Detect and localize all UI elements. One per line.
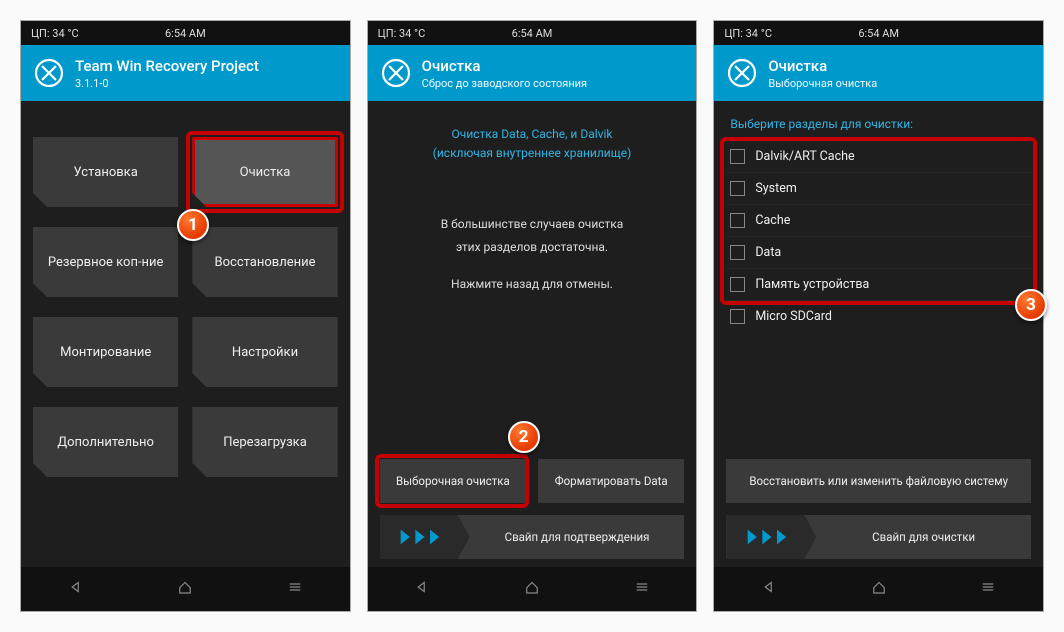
checkbox-icon[interactable] [730, 245, 745, 260]
partition-label: System [755, 181, 796, 196]
nav-home-icon[interactable] [523, 578, 541, 600]
status-time: 6:54 AM [512, 27, 553, 40]
partition-label: Cache [755, 213, 790, 228]
status-temp: ЦП: 34 °C [31, 27, 79, 40]
tile-label: Перезагрузка [223, 435, 307, 450]
tile-wipe[interactable]: Очистка [192, 137, 337, 207]
partition-label: Micro SDCard [755, 309, 832, 324]
nav-home-icon[interactable] [870, 578, 888, 600]
status-bar: ЦП: 34 °C 6:54 AM [368, 21, 697, 45]
phone-screen-2: ЦП: 34 °C 6:54 AM Очистка Сброс до завод… [367, 20, 698, 612]
partition-row-data[interactable]: Data [726, 236, 1031, 268]
swipe-label: Свайп для подтверждения [470, 530, 685, 544]
btn-label: Форматировать Data [555, 474, 668, 488]
status-bar: ЦП: 34 °C 6:54 AM [21, 21, 350, 45]
status-time: 6:54 AM [165, 27, 206, 40]
main-menu-grid: Установка Очистка Резервное коп-ние Восс… [33, 117, 338, 477]
nav-menu-icon[interactable] [979, 578, 997, 600]
btn-format-data[interactable]: Форматировать Data [538, 459, 684, 503]
status-time: 6:54 AM [858, 27, 899, 40]
checkbox-icon[interactable] [730, 277, 745, 292]
tile-label: Монтирование [60, 345, 151, 360]
btn-repair-filesystem[interactable]: Восстановить или изменить файловую систе… [726, 459, 1031, 503]
wipe-info-line1: Очистка Data, Cache, и Dalvik [390, 125, 675, 144]
tile-restore[interactable]: Восстановление [192, 227, 337, 297]
swipe-wipe[interactable]: Свайп для очистки [726, 515, 1031, 559]
swipe-handle-icon[interactable] [380, 515, 470, 559]
nav-bar [714, 567, 1043, 611]
status-bar: ЦП: 34 °C 6:54 AM [714, 21, 1043, 45]
wipe-info: Очистка Data, Cache, и Dalvik (исключая … [380, 117, 685, 163]
header-subtitle: Сброс до заводского состояния [422, 77, 587, 90]
header-subtitle: Выборочная очистка [768, 77, 877, 90]
partition-section-title: Выберите разделы для очистки: [726, 111, 1031, 141]
twrp-logo-icon [33, 57, 65, 89]
wipe-info-line2: (исключая внутреннее хранилище) [390, 144, 675, 163]
twrp-logo-icon [726, 57, 758, 89]
btn-label: Восстановить или изменить файловую систе… [749, 474, 1008, 488]
app-header: Очистка Выборочная очистка [714, 45, 1043, 101]
btn-label: Выборочная очистка [396, 474, 510, 488]
nav-menu-icon[interactable] [633, 578, 651, 600]
tile-backup[interactable]: Резервное коп-ние [33, 227, 178, 297]
tile-mount[interactable]: Монтирование [33, 317, 178, 387]
nav-bar [21, 567, 350, 611]
tile-label: Восстановление [215, 255, 316, 270]
tile-install[interactable]: Установка [33, 137, 178, 207]
nav-bar [368, 567, 697, 611]
header-title: Очистка [768, 57, 877, 75]
nav-back-icon[interactable] [760, 578, 778, 600]
tile-advanced[interactable]: Дополнительно [33, 407, 178, 477]
swipe-label: Свайп для очистки [816, 530, 1031, 544]
app-header: Team Win Recovery Project 3.1.1-0 [21, 45, 350, 101]
status-temp: ЦП: 34 °C [378, 27, 426, 40]
partition-label: Dalvik/ART Cache [755, 149, 854, 164]
callout-badge-2: 2 [508, 421, 540, 453]
status-temp: ЦП: 34 °C [724, 27, 772, 40]
checkbox-icon[interactable] [730, 149, 745, 164]
partition-row-cache[interactable]: Cache [726, 204, 1031, 236]
callout-badge-1: 1 [177, 209, 209, 241]
header-title: Team Win Recovery Project [75, 57, 259, 75]
swipe-handle-icon[interactable] [726, 515, 816, 559]
tile-reboot[interactable]: Перезагрузка [192, 407, 337, 477]
checkbox-icon[interactable] [730, 181, 745, 196]
checkbox-icon[interactable] [730, 309, 745, 324]
header-title: Очистка [422, 57, 587, 75]
tile-label: Резервное коп-ние [48, 255, 164, 270]
partition-row-internal[interactable]: Память устройства [726, 268, 1031, 300]
nav-home-icon[interactable] [176, 578, 194, 600]
tile-label: Дополнительно [57, 435, 154, 450]
phone-screen-3: ЦП: 34 °C 6:54 AM Очистка Выборочная очи… [713, 20, 1044, 612]
nav-back-icon[interactable] [413, 578, 431, 600]
swipe-confirm[interactable]: Свайп для подтверждения [380, 515, 685, 559]
partition-label: Data [755, 245, 781, 260]
tile-label: Установка [74, 165, 138, 180]
partition-row-sdcard[interactable]: Micro SDCard [726, 300, 1031, 332]
partition-label: Память устройства [755, 277, 869, 292]
header-version: 3.1.1-0 [75, 77, 259, 90]
phone-screen-1: ЦП: 34 °C 6:54 AM Team Win Recovery Proj… [20, 20, 351, 612]
partition-row-system[interactable]: System [726, 172, 1031, 204]
tile-label: Настройки [232, 345, 298, 360]
tutorial-canvas: ЦП: 34 °C 6:54 AM Team Win Recovery Proj… [0, 0, 1064, 632]
nav-menu-icon[interactable] [286, 578, 304, 600]
callout-badge-3: 3 [1015, 289, 1047, 321]
app-header: Очистка Сброс до заводского состояния [368, 45, 697, 101]
wipe-description: В большинстве случаев очистка этих разде… [380, 213, 685, 295]
partition-row-dalvik[interactable]: Dalvik/ART Cache [726, 141, 1031, 172]
nav-back-icon[interactable] [67, 578, 85, 600]
twrp-logo-icon [380, 57, 412, 89]
tile-settings[interactable]: Настройки [192, 317, 337, 387]
checkbox-icon[interactable] [730, 213, 745, 228]
tile-label: Очистка [240, 165, 291, 180]
btn-selective-wipe[interactable]: Выборочная очистка [380, 459, 526, 503]
